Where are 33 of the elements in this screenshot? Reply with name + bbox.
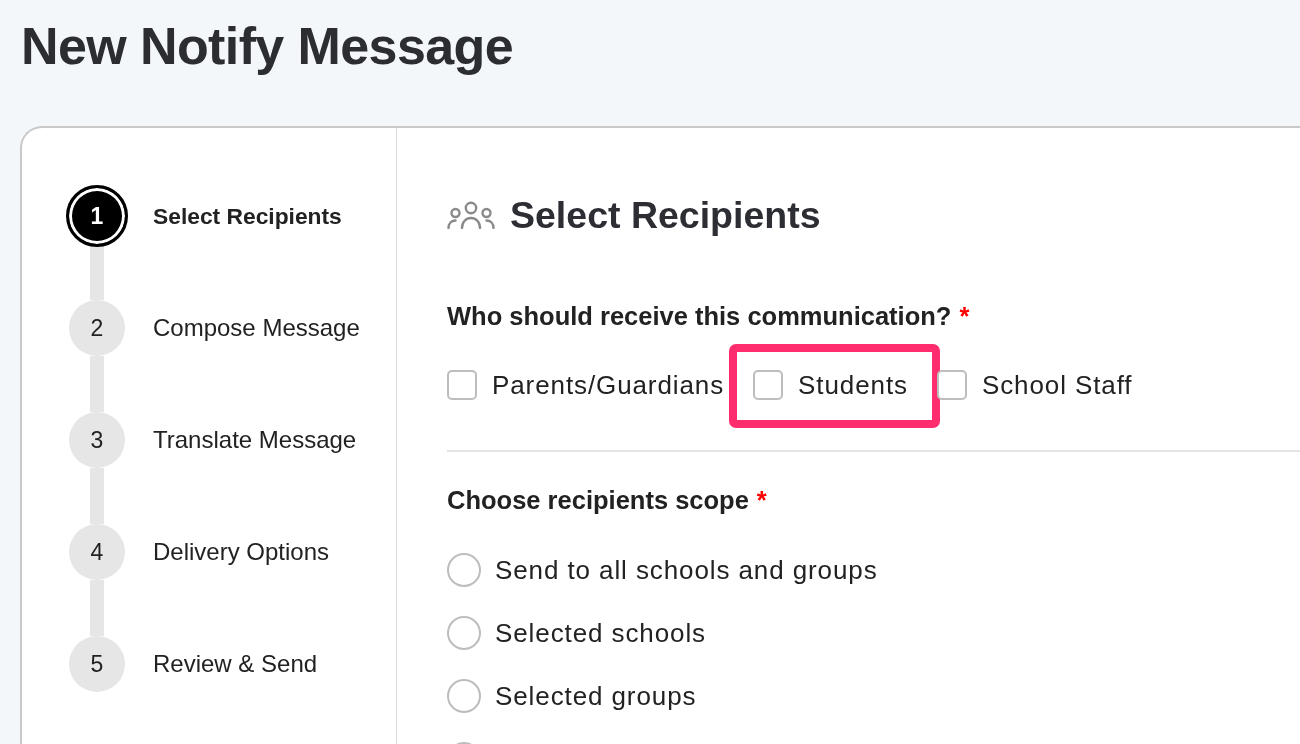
step-connector [90, 468, 104, 524]
step-label[interactable]: Delivery Options [153, 534, 330, 570]
step-connector [90, 580, 104, 636]
required-mark: * [756, 486, 767, 514]
radio-button[interactable] [447, 552, 481, 587]
step-circle[interactable]: 1 [66, 185, 128, 247]
checkbox-label[interactable]: Students [798, 370, 908, 400]
step-label[interactable]: Select Recipients [153, 198, 342, 234]
checkbox[interactable] [447, 370, 477, 400]
people-icon [447, 201, 495, 229]
step-connector [90, 356, 104, 412]
checkbox[interactable] [936, 370, 967, 400]
step-connector [90, 244, 104, 300]
checkbox-label[interactable]: School Staff [981, 370, 1133, 400]
radio-label[interactable]: Selected groups [495, 680, 697, 711]
required-mark: * [959, 302, 970, 330]
step-circle[interactable]: 2 [69, 300, 125, 356]
question-label: Choose recipients scope [447, 486, 749, 514]
radio-label[interactable]: Send to all schools and groups [495, 554, 878, 585]
step-label[interactable]: Compose Message [153, 310, 360, 346]
checkbox-label[interactable]: Parents/Guardians [492, 370, 725, 400]
section-title: Select Recipients [510, 193, 821, 237]
step-label[interactable]: Review & Send [153, 646, 318, 682]
radio-button[interactable] [447, 615, 481, 650]
radio-label[interactable]: Selected schools [495, 617, 706, 648]
step-circle[interactable]: 3 [69, 412, 125, 468]
checkbox[interactable] [753, 370, 784, 400]
question-label: Who should receive this communication? [447, 302, 952, 330]
step-circle[interactable]: 4 [69, 524, 125, 580]
step-circle[interactable]: 5 [69, 636, 125, 692]
step-label[interactable]: Translate Message [153, 422, 357, 458]
radio-button[interactable] [447, 678, 481, 713]
page-title: New Notify Message [21, 16, 513, 76]
